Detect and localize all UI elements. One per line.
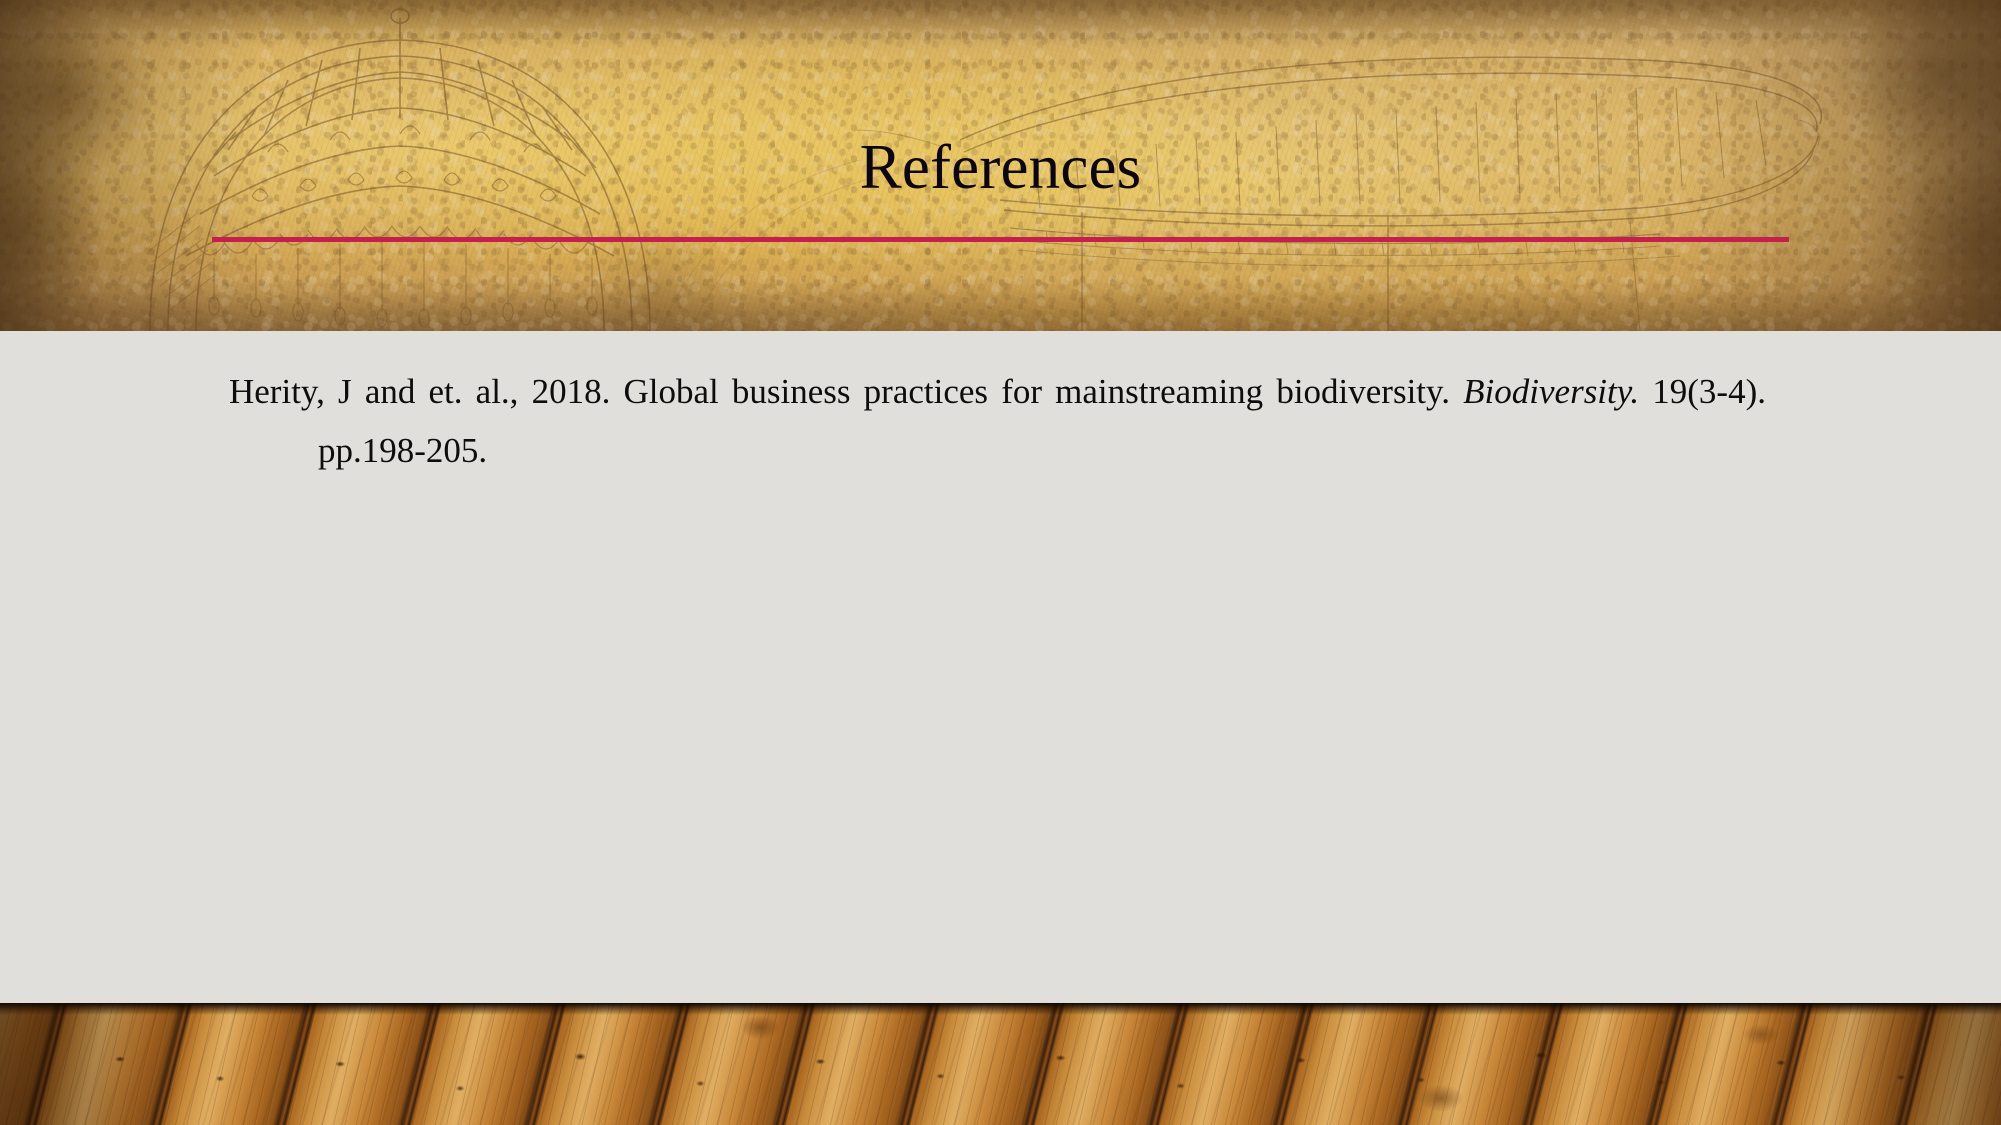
floor-vignette (0, 1003, 2001, 1125)
wooden-floor-strip (0, 1003, 2001, 1125)
reference-journal: Biodiversity. (1463, 372, 1640, 411)
reference-list: Herity, J and et. al., 2018. Global busi… (229, 363, 1766, 481)
reference-line-1: Herity, J and et. al., 2018. Global busi… (229, 372, 1451, 411)
title-accent-rule (212, 237, 1789, 242)
list-item: Herity, J and et. al., 2018. Global busi… (229, 363, 1766, 481)
page-title: References (859, 132, 1142, 202)
slide-body: Herity, J and et. al., 2018. Global busi… (0, 331, 2001, 1003)
slide-references: References Herity, J and et. al., 2018. … (0, 0, 2001, 1125)
slide-header-banner: References (0, 0, 2001, 331)
